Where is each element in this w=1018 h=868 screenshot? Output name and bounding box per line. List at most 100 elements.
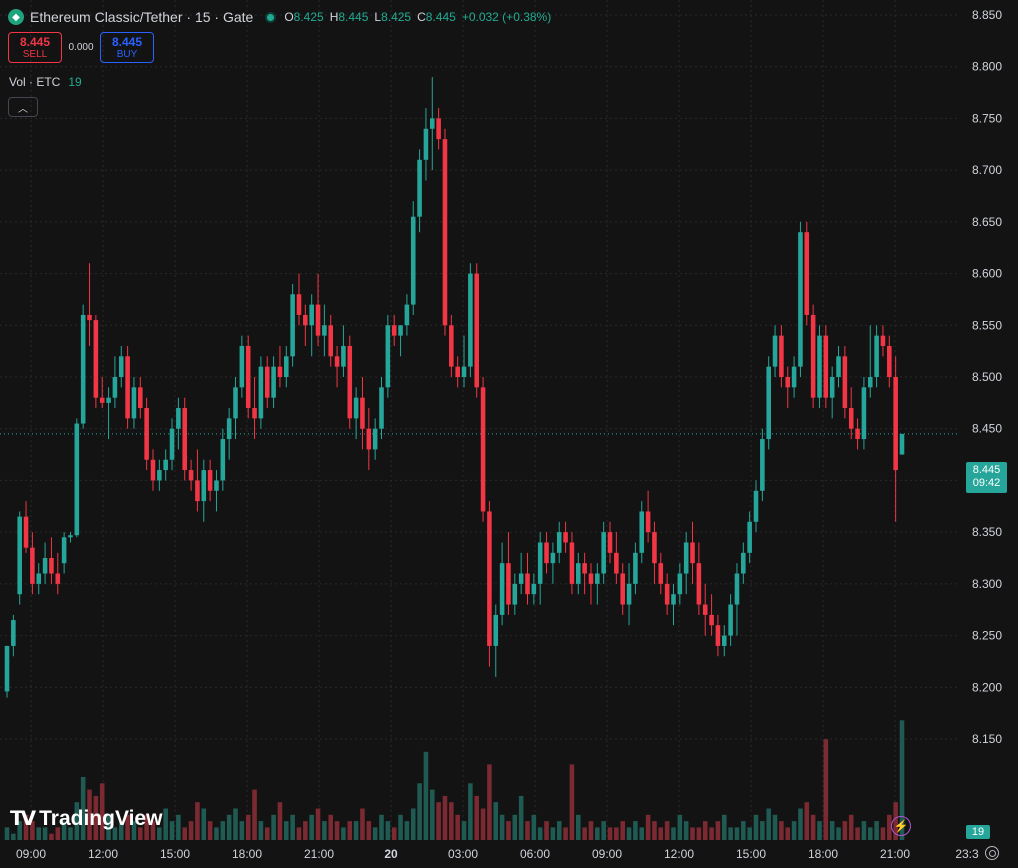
candle-body	[531, 583, 537, 595]
candle-body	[277, 366, 283, 377]
volume-tag: 19	[966, 825, 990, 839]
price-tick-label: 8.150	[972, 732, 1002, 746]
candle-body	[728, 604, 733, 636]
volume-bar	[245, 814, 251, 840]
candle-body	[226, 418, 232, 440]
volume-bar	[277, 802, 283, 840]
tradingview-logo[interactable]: 𝗧𝗩 TradingView	[10, 806, 162, 831]
price-tick-label: 8.200	[972, 680, 1002, 694]
price-change: +0.032 (+0.38%)	[461, 10, 552, 24]
candle-body	[734, 573, 740, 605]
volume-legend[interactable]: Vol · ETC 19	[9, 75, 82, 89]
buy-button[interactable]: 8.445 BUY	[100, 32, 154, 63]
volume-bar	[220, 821, 226, 840]
candle-body	[893, 377, 898, 471]
sell-button[interactable]: 8.445 SELL	[8, 32, 62, 63]
volume-bar	[410, 808, 416, 840]
candle-body	[201, 470, 207, 502]
volume-bar	[601, 821, 606, 840]
time-tick-label: 12:00	[88, 847, 118, 861]
volume-bar	[639, 827, 645, 840]
candle-body	[366, 428, 372, 450]
candle-body	[588, 573, 594, 584]
candle-body	[328, 325, 334, 357]
volume-bar	[487, 764, 492, 840]
time-tick-label: 12:00	[664, 847, 694, 861]
candle-body	[474, 273, 480, 388]
volume-bar	[525, 821, 530, 840]
candle-body	[468, 273, 473, 367]
time-tick-label: 03:00	[448, 847, 478, 861]
candle-body	[423, 128, 429, 160]
candle-body	[410, 216, 416, 305]
candle-body	[493, 614, 499, 646]
volume-bar	[550, 827, 556, 840]
candle-body	[601, 532, 606, 574]
volume-bar	[455, 814, 460, 840]
volume-bar	[322, 821, 327, 840]
volume-bar	[842, 821, 848, 840]
ohlc-close-key: C	[417, 10, 426, 24]
time-tick-label: 23:3	[955, 847, 979, 861]
candle-body	[55, 573, 61, 584]
volume-bar	[290, 814, 295, 840]
price-chart[interactable]: 8.850 8.800 8.750 8.700 8.650 8.600 8.550 8.500…	[0, 0, 1018, 868]
volume-value: 19	[68, 75, 82, 89]
volume-bar	[760, 821, 765, 840]
candle-body	[360, 397, 365, 429]
sell-price: 8.445	[19, 34, 51, 49]
ohlc-open-key: O	[284, 10, 294, 24]
volume-bar	[772, 814, 778, 840]
volume-bar	[258, 821, 264, 840]
candle-body	[861, 387, 867, 440]
volume-bar	[556, 821, 562, 840]
chart-legend-header: ◆ Ethereum Classic/Tether · 15 · Gate O8…	[8, 6, 551, 28]
candle-body	[461, 366, 467, 377]
candle-body	[118, 356, 124, 377]
candle-body	[652, 532, 657, 564]
candle-body	[150, 459, 156, 481]
candle-body	[322, 325, 327, 336]
candle-body	[772, 335, 778, 367]
candle-body	[614, 552, 619, 574]
volume-bar	[11, 833, 16, 840]
volume-bar	[829, 821, 835, 840]
volume-bar	[607, 827, 613, 840]
buy-label: BUY	[116, 48, 138, 60]
candle-body	[169, 428, 175, 460]
settings-icon[interactable]	[985, 846, 999, 860]
ohlc-high-value: 8.445	[338, 10, 369, 24]
candle-body	[417, 159, 422, 217]
volume-bar	[633, 821, 638, 840]
volume-bar	[341, 827, 346, 840]
volume-bar	[575, 814, 581, 840]
candle-body	[163, 459, 168, 471]
time-tick-label: 06:00	[520, 847, 550, 861]
volume-bar	[614, 827, 619, 840]
volume-bar	[442, 795, 448, 840]
collapse-legend-button[interactable]: ︿	[8, 97, 38, 117]
candle-body	[176, 408, 181, 429]
chevron-up-icon: ︿	[18, 103, 28, 115]
candle-body	[569, 542, 575, 584]
candle-body	[563, 532, 568, 543]
volume-bar	[804, 802, 810, 840]
volume-bar	[709, 827, 714, 840]
market-status-icon[interactable]	[265, 11, 277, 23]
candle-body	[867, 377, 873, 388]
candle-body	[442, 139, 448, 326]
candle-body	[829, 377, 835, 398]
candle-body	[220, 439, 226, 481]
candle-body	[836, 356, 841, 377]
candle-body	[36, 573, 42, 584]
candle-body	[823, 335, 829, 398]
lightning-icon[interactable]: ⚡	[891, 816, 911, 836]
candle-body	[4, 645, 10, 692]
symbol-title[interactable]: Ethereum Classic/Tether · 15 · Gate	[30, 9, 253, 25]
candle-body	[138, 387, 143, 409]
price-tick-label: 8.650	[972, 215, 1002, 229]
price-tick-label: 8.750	[972, 111, 1002, 125]
volume-bar	[391, 827, 397, 840]
time-tick-label: 21:00	[304, 847, 334, 861]
volume-bar	[195, 802, 200, 840]
